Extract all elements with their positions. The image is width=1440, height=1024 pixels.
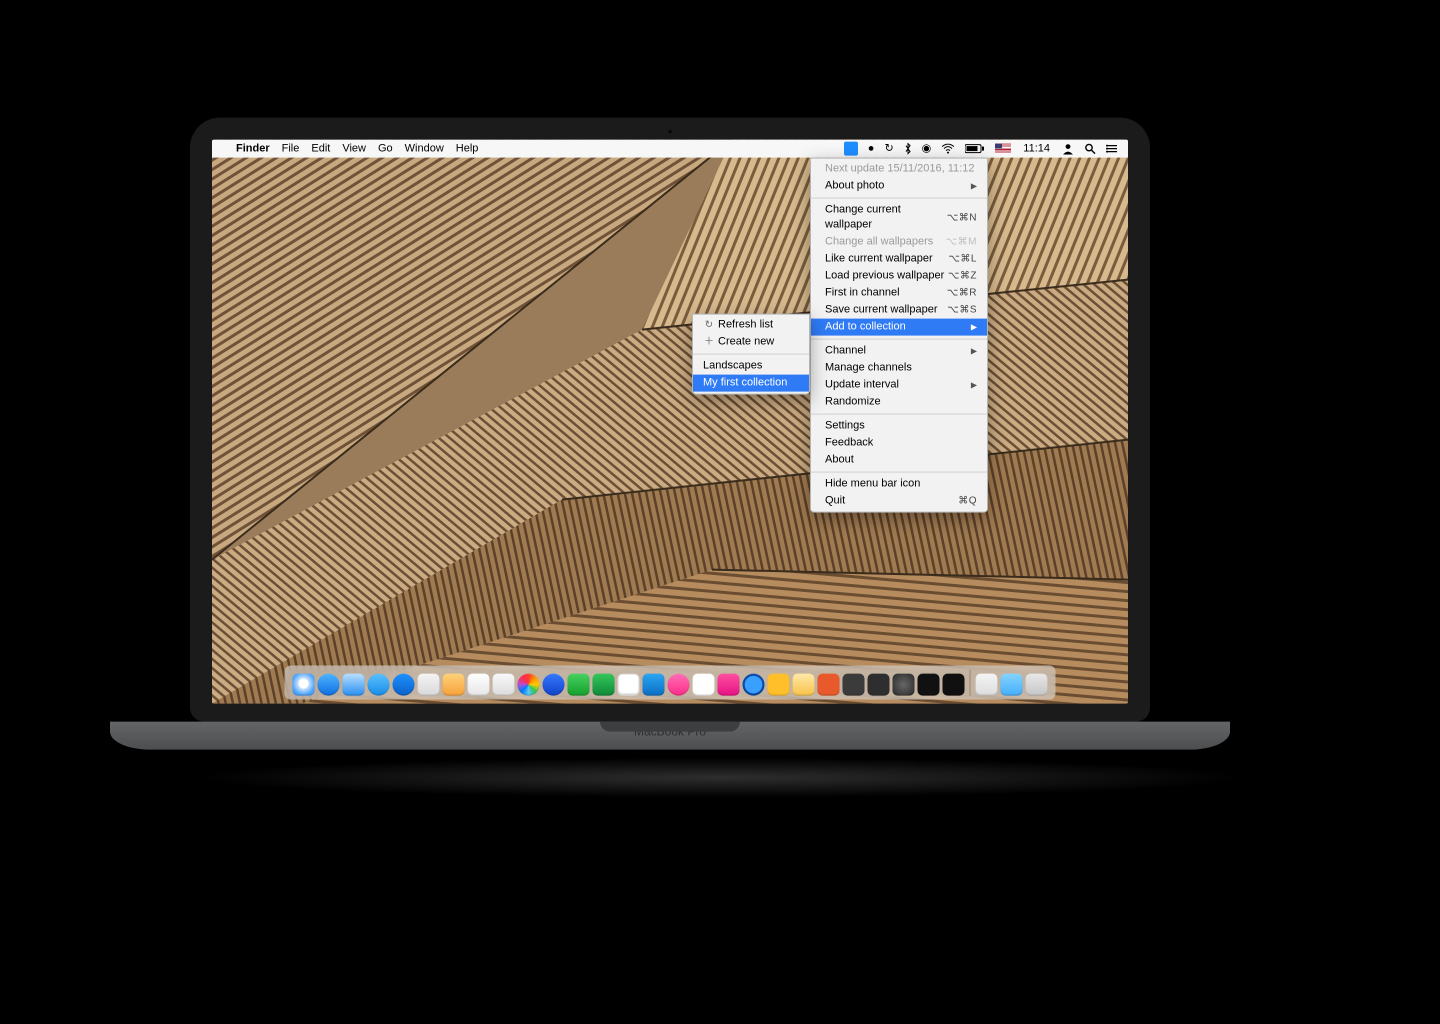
menu-item-first-in-channel[interactable]: First in channel⌥⌘R [811,285,987,302]
dock-icon[interactable] [593,674,615,696]
menubar-item-view[interactable]: View [336,140,372,158]
dock-icon[interactable] [468,674,490,696]
menubar-item-help[interactable]: Help [450,140,485,158]
menu-item-hide-icon[interactable]: Hide menu bar icon [811,476,987,493]
menu-item-add-to-collection[interactable]: Add to collection▶ [811,319,987,336]
laptop-frame: Finder File Edit View Go Window Help ● ↻… [190,118,1250,798]
dock-icon[interactable] [318,674,340,696]
laptop-hinge-notch [600,722,740,732]
dock-icon[interactable] [818,674,840,696]
dock-icon[interactable] [943,674,965,696]
menu-item-randomize[interactable]: Randomize [811,394,987,411]
dock-icon[interactable] [768,674,790,696]
menu-item-like-current[interactable]: Like current wallpaper⌥⌘L [811,251,987,268]
menu-item-next-update: Next update 15/11/2016, 11:12 [811,161,987,178]
dock-trash[interactable] [1026,674,1048,696]
menubar-status-area: ● ↻ ◉ 11:14 [840,140,1122,158]
user-icon[interactable] [1058,143,1078,155]
dock-icon[interactable] [893,674,915,696]
display-icon[interactable]: ◉ [918,140,936,158]
dock-folder[interactable] [1001,674,1023,696]
menubar-item-edit[interactable]: Edit [305,140,336,158]
dock-separator [970,670,971,696]
menu-item-load-previous[interactable]: Load previous wallpaper⌥⌘Z [811,268,987,285]
sync-icon[interactable]: ↻ [880,140,897,158]
dock-icon[interactable] [293,674,315,696]
laptop-lid: Finder File Edit View Go Window Help ● ↻… [190,118,1150,722]
menu-item-change-current[interactable]: Change current wallpaper⌥⌘N [811,202,987,234]
menubar-item-window[interactable]: Window [399,140,450,158]
dock-icon[interactable] [418,674,440,696]
dock-icon[interactable] [343,674,365,696]
bluetooth-icon[interactable] [900,143,916,155]
status-icon[interactable]: ● [864,140,879,158]
menu-item-save-current[interactable]: Save current wallpaper⌥⌘S [811,302,987,319]
dock [285,666,1056,700]
menubar-clock[interactable]: 11:14 [1017,140,1056,158]
menubar: Finder File Edit View Go Window Help ● ↻… [212,140,1128,158]
menubar-item-go[interactable]: Go [372,140,399,158]
refresh-icon: ↻ [703,318,715,333]
submenu-item-refresh[interactable]: ↻Refresh list [693,317,809,334]
dock-icon[interactable] [643,674,665,696]
menu-item-change-all: Change all wallpapers⌥⌘M [811,234,987,251]
input-source-flag-icon[interactable] [991,144,1015,154]
laptop-shadow [190,758,1250,798]
dock-icon[interactable] [543,674,565,696]
dock-icon[interactable] [668,674,690,696]
menu-item-update-interval[interactable]: Update interval▶ [811,377,987,394]
menu-item-manage-channels[interactable]: Manage channels [811,360,987,377]
menu-item-feedback[interactable]: Feedback [811,435,987,452]
menu-item-about-photo[interactable]: About photo▶ [811,178,987,195]
desktop-wallpaper [212,140,1128,704]
menu-item-channel[interactable]: Channel▶ [811,343,987,360]
wallpaper-app-menu: Next update 15/11/2016, 11:12 About phot… [810,158,988,513]
dock-icon[interactable] [693,674,715,696]
dock-icon[interactable] [868,674,890,696]
submenu-collection-my-first[interactable]: My first collection [693,375,809,392]
wifi-icon[interactable] [937,144,959,154]
menu-item-about[interactable]: About [811,452,987,469]
dock-downloads[interactable] [976,674,998,696]
dock-icon[interactable] [443,674,465,696]
wallpaper-app-menubar-icon[interactable] [840,142,862,156]
submenu-collection-landscapes[interactable]: Landscapes [693,358,809,375]
dock-icon[interactable] [718,674,740,696]
dock-icon[interactable] [518,674,540,696]
dock-icon[interactable] [393,674,415,696]
dock-icon[interactable] [368,674,390,696]
dock-icon[interactable] [493,674,515,696]
screen: Finder File Edit View Go Window Help ● ↻… [212,140,1128,704]
dock-icon[interactable] [568,674,590,696]
add-to-collection-submenu: ↻Refresh list ＋Create new Landscapes My … [692,314,810,395]
spotlight-icon[interactable] [1080,143,1100,155]
menu-item-settings[interactable]: Settings [811,418,987,435]
dock-icon[interactable] [793,674,815,696]
notification-center-icon[interactable] [1102,144,1122,154]
dock-icon[interactable] [618,674,640,696]
plus-icon: ＋ [703,335,715,350]
dock-icon[interactable] [843,674,865,696]
webcam [667,129,673,135]
menubar-app-name[interactable]: Finder [230,140,276,158]
laptop-base: MacBook Pro [110,722,1230,750]
submenu-item-create-new[interactable]: ＋Create new [693,334,809,351]
menubar-item-file[interactable]: File [276,140,306,158]
dock-icon[interactable] [918,674,940,696]
menu-item-quit[interactable]: Quit⌘Q [811,493,987,510]
dock-icon[interactable] [743,674,765,696]
battery-icon[interactable] [961,144,989,154]
